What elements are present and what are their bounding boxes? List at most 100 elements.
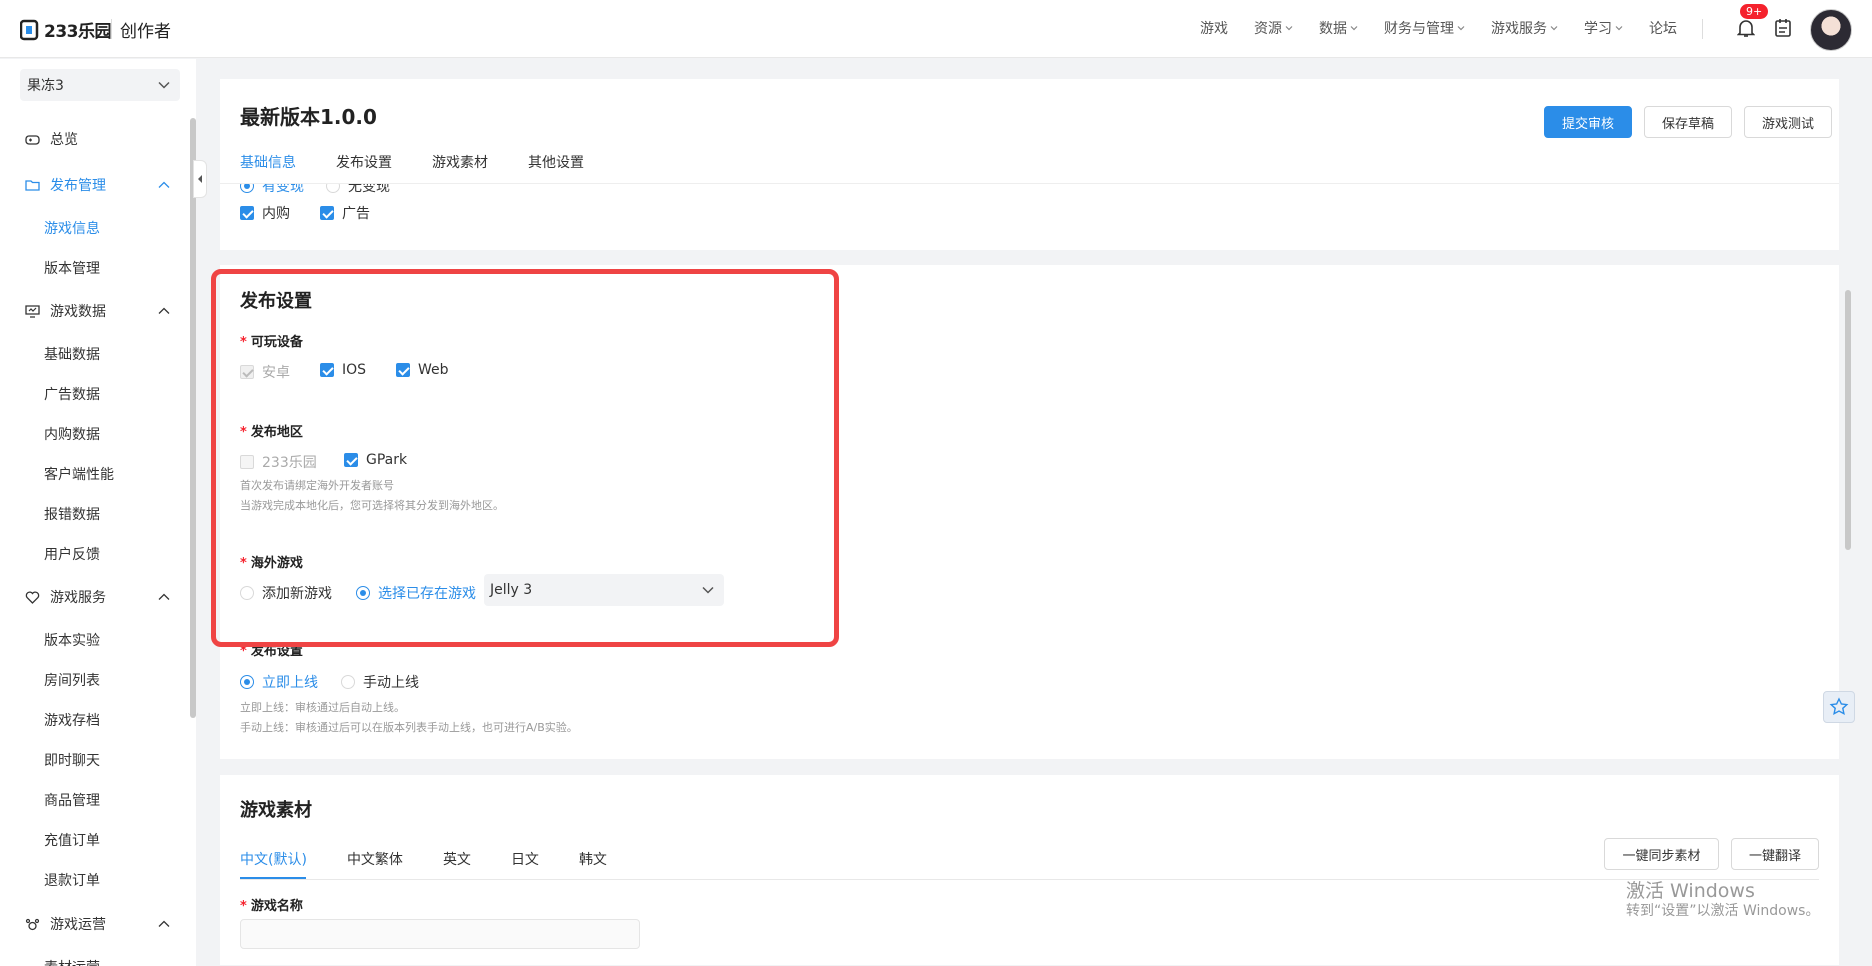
sidebar: 果冻3 总览 发布管理 游戏信息 版本管理 游戏数据 基础数据 广告数据 内购数… [0,59,196,966]
paw-icon [25,918,40,930]
header-divider [111,19,112,39]
nav-label: 论坛 [1649,21,1677,37]
radio-release-now[interactable]: 立即上线 [240,672,318,692]
sidebar-group-game-services[interactable]: 游戏服务 [25,587,170,607]
submit-review-button[interactable]: 提交审核 [1544,106,1632,138]
tab-lang-ko[interactable]: 韩文 [579,849,607,869]
checkbox [320,206,334,220]
version-card: 最新版本1.0.0 提交审核 保存草稿 游戏测试 基础信息 发布设置 游戏素材 … [220,79,1839,250]
game-test-button[interactable]: 游戏测试 [1744,106,1832,138]
sidebar-item-label: 游戏服务 [50,590,106,606]
tab-lang-en[interactable]: 英文 [443,849,471,869]
bell-icon[interactable] [1737,18,1755,38]
windows-watermark-title: 激活 Windows [1626,880,1755,902]
field-label-text: 游戏名称 [250,899,303,914]
chevron-up-icon [158,307,170,314]
sidebar-item-asset-ops[interactable]: 素材运营 [44,957,100,966]
heart-icon [25,590,40,604]
chevron-down-icon [1457,26,1465,31]
nav-forum[interactable]: 论坛 [1649,18,1677,38]
save-draft-button[interactable]: 保存草稿 [1644,106,1732,138]
tab-game-assets[interactable]: 游戏素材 [432,152,488,172]
sidebar-item-recharge[interactable]: 充值订单 [44,830,100,850]
sidebar-item-ad-data[interactable]: 广告数据 [44,384,100,404]
game-name-input[interactable] [240,919,640,949]
header-divider [1702,19,1703,39]
nav-game-services[interactable]: 游戏服务 [1491,18,1558,38]
tab-basic-info[interactable]: 基础信息 [240,152,296,172]
sidebar-item-label: 总览 [50,132,78,148]
sidebar-scrollbar[interactable] [190,118,196,718]
chevron-down-icon [1285,26,1293,31]
nav-learn[interactable]: 学习 [1584,18,1623,38]
project-select[interactable]: 果冻3 [20,69,180,101]
translate-button[interactable]: 一键翻译 [1731,838,1819,870]
sidebar-item-client-perf[interactable]: 客户端性能 [44,464,114,484]
tab-lang-ja[interactable]: 日文 [511,849,539,869]
radio-no-monetize[interactable]: 无变现 [326,184,390,194]
sidebar-item-experiments[interactable]: 版本实验 [44,630,100,650]
tab-other-settings[interactable]: 其他设置 [528,152,584,172]
sidebar-item-chat[interactable]: 即时聊天 [44,750,100,770]
sidebar-item-game-info[interactable]: 游戏信息 [44,218,100,238]
sidebar-group-operations[interactable]: 游戏运营 [25,914,170,934]
sidebar-item-rooms[interactable]: 房间列表 [44,670,100,690]
sidebar-item-label: 游戏数据 [50,304,106,320]
logo[interactable]: 233乐园 [20,17,112,42]
favorite-button[interactable] [1823,691,1855,723]
section-tabs: 基础信息 发布设置 游戏素材 其他设置 [240,152,584,172]
notification-badge: 9+ [1740,4,1769,19]
release-hint-1: 立即上线：审核通过后自动上线。 [240,701,405,714]
sidebar-collapse-toggle[interactable] [193,160,207,198]
sync-assets-button[interactable]: 一键同步素材 [1604,838,1719,870]
project-name: 果冻3 [27,78,64,94]
sidebar-item-saves[interactable]: 游戏存档 [44,710,100,730]
nav-resources[interactable]: 资源 [1254,18,1293,38]
radio-button [341,675,355,689]
nav-data[interactable]: 数据 [1319,18,1358,38]
option-label: 立即上线 [262,675,318,691]
sidebar-item-error-data[interactable]: 报错数据 [44,504,100,524]
gamepad-icon [25,134,40,145]
logo-icon [20,19,39,40]
tab-lang-zh[interactable]: 中文(默认) [240,849,307,869]
nav-label: 学习 [1584,21,1612,37]
nav-label: 游戏服务 [1491,21,1547,37]
sidebar-item-refunds[interactable]: 退款订单 [44,870,100,890]
version-title: 最新版本1.0.0 [240,105,377,129]
sidebar-item-overview[interactable]: 总览 [25,129,170,149]
folder-icon [25,179,40,191]
tab-publish-settings[interactable]: 发布设置 [336,152,392,172]
nav-label: 财务与管理 [1384,21,1454,37]
chart-icon [25,304,40,318]
sidebar-item-feedback[interactable]: 用户反馈 [44,544,100,564]
tab-lang-zh-tw[interactable]: 中文繁体 [347,849,403,869]
nav-finance[interactable]: 财务与管理 [1384,18,1465,38]
nav-games[interactable]: 游戏 [1200,18,1228,38]
checkbox-iap[interactable]: 内购 [240,203,290,223]
option-label: 内购 [262,206,290,222]
sidebar-item-label: 游戏运营 [50,917,106,933]
radio-monetize[interactable]: 有变现 [240,184,304,194]
sidebar-item-iap-data[interactable]: 内购数据 [44,424,100,444]
chevron-down-icon [158,81,170,89]
chevron-down-icon [1615,26,1623,31]
option-label: 广告 [342,206,370,222]
user-avatar[interactable] [1810,9,1852,51]
sidebar-group-game-data[interactable]: 游戏数据 [25,301,170,321]
sidebar-item-version-mgmt[interactable]: 版本管理 [44,258,100,278]
nav-label: 游戏 [1200,21,1228,37]
game-name-label: * 游戏名称 [240,899,303,914]
highlight-box [211,269,839,647]
tabs-divider [240,879,1819,880]
brand-title: 创作者 [120,22,171,42]
option-label: 有变现 [262,184,304,194]
sidebar-item-basic-data[interactable]: 基础数据 [44,344,100,364]
content-scrollbar[interactable] [1845,290,1851,550]
sidebar-group-publish[interactable]: 发布管理 [25,175,170,195]
radio-release-manual[interactable]: 手动上线 [341,672,419,692]
checkbox-ads[interactable]: 广告 [320,203,370,223]
sidebar-item-products[interactable]: 商品管理 [44,790,100,810]
clipboard-icon[interactable] [1774,18,1792,38]
chevron-down-icon [1350,26,1358,31]
